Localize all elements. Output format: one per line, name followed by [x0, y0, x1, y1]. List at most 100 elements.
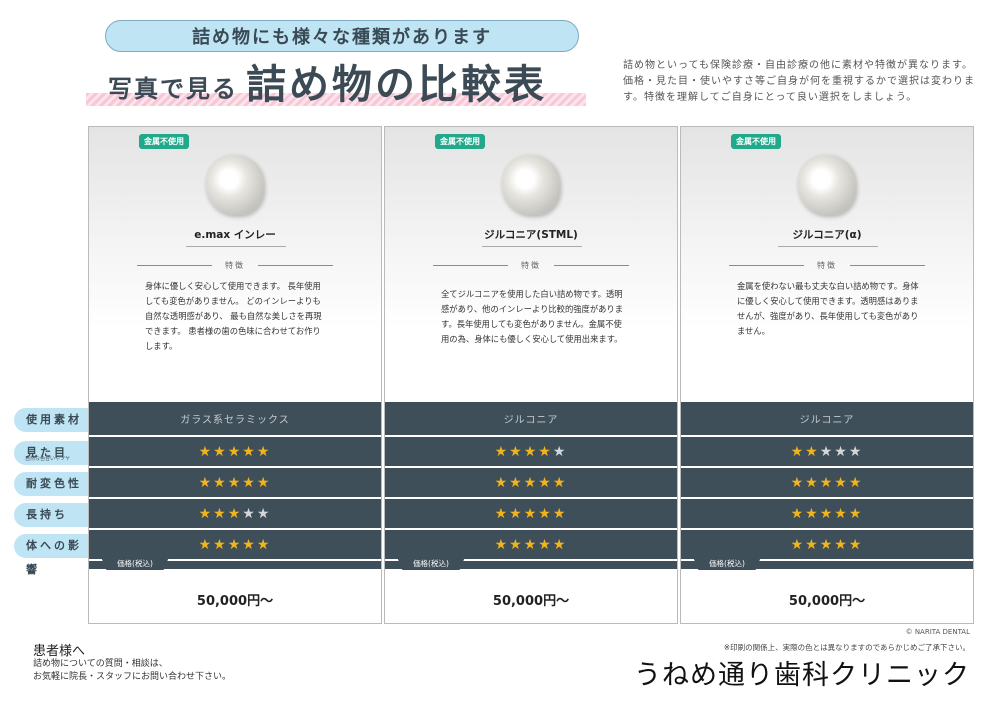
star-filled-icon: ★	[198, 443, 214, 460]
page-title-main: 詰め物の比較表	[246, 62, 547, 108]
star-rating: ★★★★★	[495, 506, 568, 522]
appearance-row: ★★★★★	[89, 437, 381, 468]
copyright: © NARITA DENTAL	[905, 628, 970, 636]
product-card-zirconia-alpha: 金属不使用 ジルコニア(α) 特徴 金属を使わない最も丈夫な白い詰め物です。身体…	[680, 126, 974, 624]
star-filled-icon: ★	[805, 505, 820, 522]
star-rating: ★★★★★	[199, 475, 272, 491]
label-material: 使用素材	[14, 408, 94, 432]
star-filled-icon: ★	[198, 474, 214, 491]
rating-table: ジルコニア ★★★★★ ★★★★★ ★★★★★ ★★★★★	[385, 402, 677, 569]
body-effect-row: ★★★★★	[681, 530, 973, 561]
star-filled-icon: ★	[213, 474, 228, 491]
star-filled-icon: ★	[242, 474, 257, 491]
star-rating: ★★★★★	[495, 537, 568, 553]
star-filled-icon: ★	[227, 474, 243, 491]
tooth-image	[206, 155, 264, 215]
star-filled-icon: ★	[523, 474, 539, 491]
star-empty-icon: ★	[242, 505, 257, 522]
star-filled-icon: ★	[819, 474, 835, 491]
star-filled-icon: ★	[523, 536, 539, 553]
star-filled-icon: ★	[523, 443, 539, 460]
star-filled-icon: ★	[213, 505, 228, 522]
star-empty-icon: ★	[848, 443, 864, 460]
footer-line-2: お気軽に院長・スタッフにお問い合わせ下さい。	[33, 672, 232, 682]
feature-heading: 特徴	[385, 260, 677, 272]
star-rating: ★★★★★	[791, 537, 864, 553]
star-filled-icon: ★	[848, 536, 864, 553]
star-filled-icon: ★	[848, 505, 864, 522]
star-filled-icon: ★	[242, 536, 257, 553]
feature-label: 特徴	[225, 261, 245, 270]
divider	[850, 265, 925, 266]
material-row: ジルコニア	[385, 402, 677, 437]
print-note: ※印刷の関係上、実際の色とは異なりますのであらかじめご了承下さい。	[723, 643, 970, 652]
star-filled-icon: ★	[834, 505, 849, 522]
star-filled-icon: ★	[538, 536, 553, 553]
discoloration-row: ★★★★★	[89, 468, 381, 499]
product-description: 身体に優しく安心して使用できます。 長年使用しても変色がありません。 どのインレ…	[145, 281, 322, 351]
clinic-name: うねめ通り歯科クリニック	[634, 660, 970, 691]
material-row: ジルコニア	[681, 402, 973, 437]
star-filled-icon: ★	[805, 443, 820, 460]
label-appearance: 見た目 自然な色合いやツヤ	[14, 441, 94, 465]
footer-line-1: 詰め物についての質問・相談は、	[33, 659, 168, 669]
star-filled-icon: ★	[805, 536, 820, 553]
product-card-emax: 金属不使用 e.max インレー 特徴 身体に優しく安心して使用できます。 長年…	[88, 126, 382, 624]
star-rating: ★★★★★	[199, 537, 272, 553]
feature-heading: 特徴	[681, 260, 973, 272]
star-filled-icon: ★	[834, 536, 849, 553]
divider	[554, 265, 629, 266]
label-discoloration: 耐変色性	[14, 472, 94, 496]
page-title: 写真で見る 詰め物の比較表	[108, 58, 547, 110]
footer-heading: 患者様へ	[33, 644, 86, 659]
tooth-image	[502, 155, 560, 215]
star-filled-icon: ★	[213, 536, 228, 553]
star-filled-icon: ★	[256, 536, 272, 553]
appearance-row: ★★★★★	[385, 437, 677, 468]
star-empty-icon: ★	[834, 443, 849, 460]
star-filled-icon: ★	[538, 443, 553, 460]
durability-row: ★★★★★	[89, 499, 381, 530]
product-name: e.max インレー	[194, 229, 276, 241]
price-value: 50,000円〜	[788, 594, 866, 609]
star-filled-icon: ★	[509, 536, 524, 553]
price-label: 価格(税込)	[693, 557, 761, 570]
star-filled-icon: ★	[790, 443, 806, 460]
star-filled-icon: ★	[227, 505, 243, 522]
star-empty-icon: ★	[256, 505, 272, 522]
product-name: ジルコニア(α)	[792, 229, 862, 241]
star-filled-icon: ★	[790, 505, 806, 522]
label-appearance-sub: 自然な色合いやツヤ	[25, 456, 71, 462]
feature-heading: 特徴	[89, 260, 381, 272]
discoloration-row: ★★★★★	[385, 468, 677, 499]
feature-label: 特徴	[521, 261, 541, 270]
page-title-sub: 写真で見る	[108, 75, 238, 103]
star-filled-icon: ★	[538, 505, 553, 522]
star-filled-icon: ★	[213, 443, 228, 460]
star-filled-icon: ★	[509, 474, 524, 491]
body-effect-row: ★★★★★	[385, 530, 677, 561]
material-row: ガラス系セラミックス	[89, 402, 381, 437]
star-filled-icon: ★	[790, 536, 806, 553]
divider	[186, 246, 286, 247]
durability-row: ★★★★★	[385, 499, 677, 530]
footer-text: 詰め物についての質問・相談は、 お気軽に院長・スタッフにお問い合わせ下さい。	[33, 658, 231, 684]
product-name: ジルコニア(STML)	[484, 229, 578, 241]
star-empty-icon: ★	[819, 443, 835, 460]
price-label: 価格(税込)	[101, 557, 169, 570]
star-filled-icon: ★	[198, 505, 214, 522]
star-rating: ★★★★★	[495, 475, 568, 491]
label-durability: 長持ち	[14, 503, 94, 527]
product-description: 金属を使わない最も丈夫な白い詰め物です。身体に優しく安心して使用できます。透明感…	[737, 281, 919, 336]
star-filled-icon: ★	[538, 474, 553, 491]
intro-text: 詰め物といっても保険診療・自由診療の他に素材や特徴が異なります。価格・見た目・使…	[623, 60, 975, 103]
star-filled-icon: ★	[552, 505, 568, 522]
header-pill: 詰め物にも様々な種類があります	[105, 20, 579, 52]
star-filled-icon: ★	[494, 474, 510, 491]
star-filled-icon: ★	[805, 474, 820, 491]
star-rating: ★★★★★	[495, 444, 568, 460]
feature-label: 特徴	[817, 261, 837, 270]
star-filled-icon: ★	[819, 505, 835, 522]
rating-table: ガラス系セラミックス ★★★★★ ★★★★★ ★★★★★ ★★★★★	[89, 402, 381, 569]
label-body-effect: 体への影響	[14, 534, 94, 576]
